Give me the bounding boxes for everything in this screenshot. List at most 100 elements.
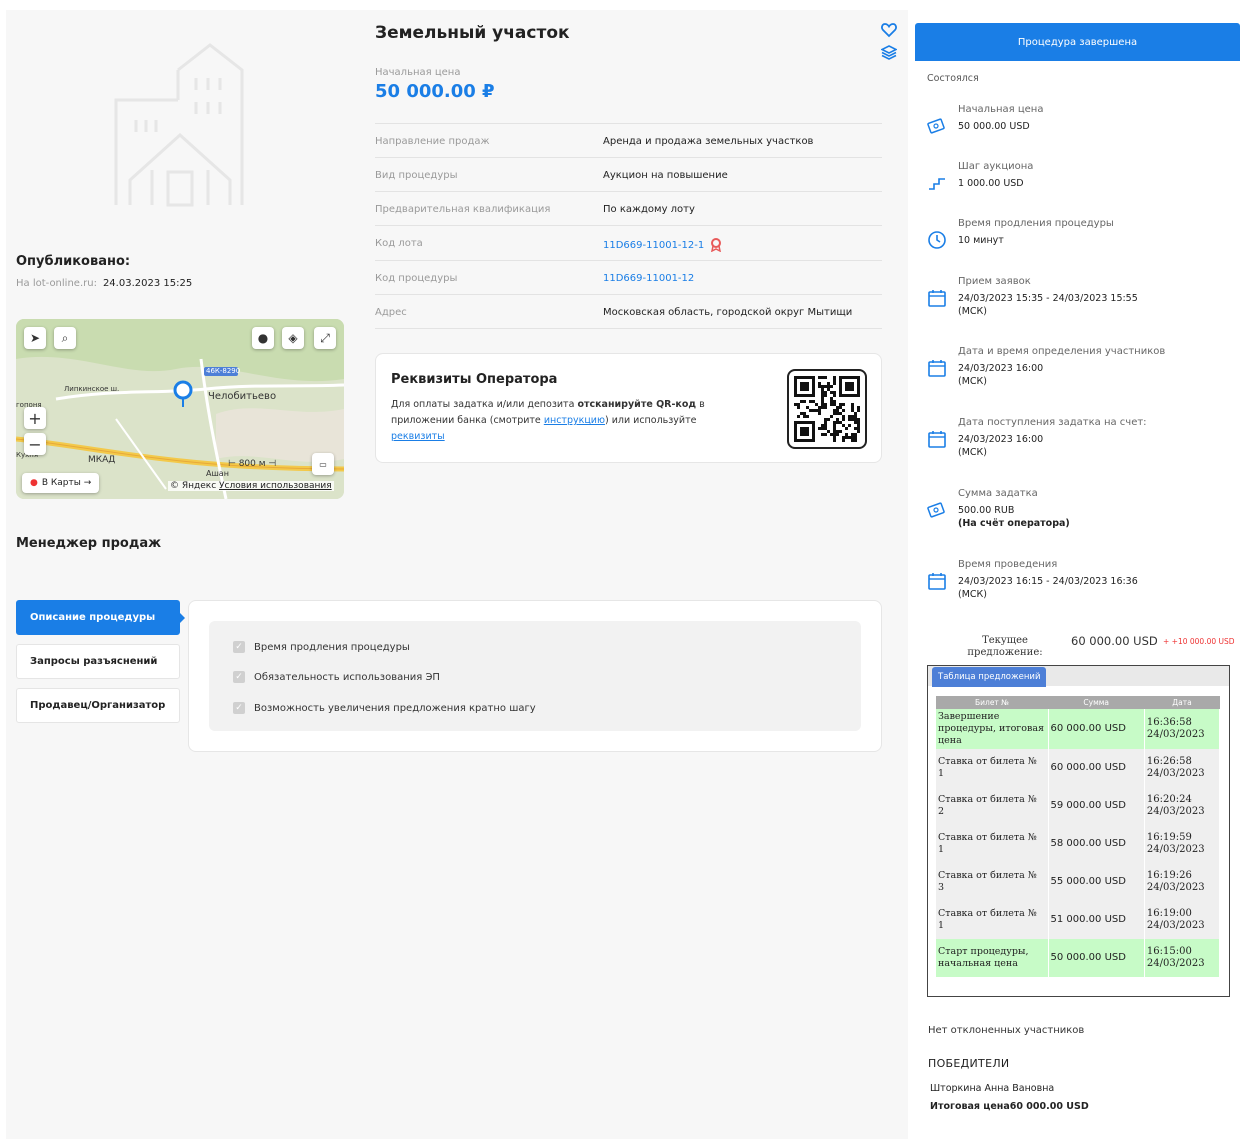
table-row: Ставка от билета № 3 55 000.00 USD 16:19…: [936, 863, 1221, 901]
bid-ticket: Ставка от билета № 2: [936, 787, 1049, 825]
calendar-icon: [928, 431, 946, 448]
published-site-label: На lot-online.ru:: [16, 278, 97, 289]
map-place-ashan: Ашан: [206, 469, 229, 478]
bid-day: 24/03/2023: [1146, 958, 1205, 969]
divider: [375, 328, 882, 329]
start-price: 50 000.00 ₽: [375, 81, 495, 102]
tab-seller-organizer[interactable]: Продавец/Организатор: [16, 688, 180, 723]
location-map[interactable]: 46К-8290 Челобитьево Липкинское ш. МКАД …: [16, 319, 344, 499]
bid-sum: 55 000.00 USD: [1048, 863, 1145, 901]
bids-header-date: Дата: [1144, 696, 1220, 709]
bid-ticket: Завершение процедуры, итоговая цена: [936, 709, 1049, 749]
open-in-maps-button[interactable]: ● В Карты →: [22, 473, 100, 493]
sales-manager-title: Менеджер продаж: [16, 536, 162, 551]
map-road-badge: 46К-8290: [206, 367, 241, 375]
locate-icon[interactable]: ➤: [24, 327, 46, 349]
info-value: Московская область, городской округ Мыти…: [603, 307, 853, 318]
sidebar-item-value: 24/03/2023 16:00 (МСК): [958, 363, 1044, 387]
bid-sum: 51 000.00 USD: [1048, 901, 1145, 939]
map-place-label: Челобитьево: [208, 391, 277, 402]
bid-date: 16:15:00 24/03/2023: [1144, 939, 1221, 977]
procedure-options: ✓ Время продления процедуры ✓ Обязательнос…: [209, 621, 861, 731]
ruler-icon[interactable]: ▭: [312, 453, 334, 475]
bid-day: 24/03/2023: [1146, 920, 1205, 931]
clock-icon: [928, 231, 946, 249]
operator-requisites-card: Реквизиты Оператора Для оплаты задатка и…: [375, 353, 882, 463]
map-copyright-text: © Яндекс: [170, 481, 217, 491]
table-row: Ставка от билета № 1 60 000.00 USD 16:26…: [936, 749, 1221, 787]
winner-final-price: Итоговая цена60 000.00 USD: [930, 1101, 1089, 1112]
bid-ticket: Ставка от билета № 3: [936, 863, 1049, 901]
bids-table-panel: Таблица предложений Билет № Сумма Дата З…: [927, 665, 1230, 997]
tab-procedure-description[interactable]: Описание процедуры: [16, 600, 185, 635]
sidebar-item-label: Сумма задатка: [958, 488, 1038, 499]
bid-time: 16:19:26: [1146, 870, 1192, 881]
sidebar-item-value: 10 минут: [958, 235, 1004, 246]
info-label: Адрес: [375, 307, 407, 318]
map-marker-icon: ●: [30, 478, 38, 488]
no-rejected-participants: Нет отклоненных участников: [928, 1025, 1085, 1036]
bid-day: 24/03/2023: [1146, 729, 1205, 740]
winners-title: ПОБЕДИТЕЛИ: [928, 1057, 1010, 1070]
sidebar-item-label: Время проведения: [958, 559, 1058, 570]
option-label: Возможность увеличения предложения кратн…: [254, 702, 536, 714]
info-label: Предварительная квалификация: [375, 204, 551, 215]
bid-sum: 60 000.00 USD: [1048, 709, 1145, 749]
sidebar-item-value: 50 000.00 USD: [958, 121, 1030, 132]
sidebar-item-label: Дата поступления задатка на счет:: [958, 417, 1147, 428]
sidebar-item-value: 500.00 RUB (На счёт оператора): [958, 504, 1218, 530]
option-step-multiple: ✓ Возможность увеличения предложения крат…: [233, 702, 536, 714]
info-label: Вид процедуры: [375, 170, 458, 181]
sidebar-item-label: Начальная цена: [958, 104, 1044, 115]
bid-time: 16:26:58: [1146, 756, 1192, 767]
deposit-note: (На счёт оператора): [958, 518, 1070, 529]
stack-icon[interactable]: [881, 44, 897, 60]
bid-time: 16:19:00: [1146, 908, 1192, 919]
map-pin-icon[interactable]: [172, 379, 194, 409]
requisites-link[interactable]: реквизиты: [391, 431, 445, 442]
heart-icon[interactable]: [881, 22, 897, 38]
checkbox-icon: ✓: [233, 641, 245, 653]
sidebar-item-value: 24/03/2023 16:15 - 24/03/2023 16:36 (МСК…: [958, 576, 1138, 600]
instruction-link[interactable]: инструкцию: [544, 415, 605, 426]
bid-sum: 60 000.00 USD: [1048, 749, 1145, 787]
money-icon: [927, 118, 945, 134]
zoom-out-icon[interactable]: −: [24, 433, 46, 455]
map-scale: ⊢ 800 м ⊣: [228, 459, 277, 469]
info-value: Аукцион на повышение: [603, 170, 728, 181]
deposit-amount: 500.00 RUB: [958, 505, 1015, 516]
fullscreen-icon[interactable]: ⤢: [314, 327, 336, 349]
qr-code[interactable]: [787, 369, 867, 449]
sidebar-item-value: 24/03/2023 15:35 - 24/03/2023 15:55 (МСК…: [958, 293, 1138, 317]
bid-date: 16:19:26 24/03/2023: [1144, 863, 1221, 901]
table-row: Ставка от билета № 1 58 000.00 USD 16:19…: [936, 825, 1221, 863]
bid-day: 24/03/2023: [1146, 768, 1205, 779]
info-value: Аренда и продажа земельных участков: [603, 136, 814, 147]
procedure-description-panel: ✓ Время продления процедуры ✓ Обязательнос…: [188, 600, 882, 752]
calendar-icon: [928, 290, 946, 307]
map-road-label: Липкинское ш.: [64, 385, 120, 393]
bid-sum: 50 000.00 USD: [1048, 939, 1145, 977]
layers-icon[interactable]: ◈: [282, 327, 304, 349]
map-search-icon[interactable]: ⌕: [54, 327, 76, 349]
lot-code-link[interactable]: 11D669-11001-12-1: [603, 238, 722, 252]
procedure-code-link[interactable]: 11D669-11001-12: [603, 273, 694, 284]
bid-ticket: Старт процедуры, начальная цена: [936, 939, 1049, 977]
sidebar-item-value: 1 000.00 USD: [958, 178, 1024, 189]
winner-name: Шторкина Анна Вановна: [930, 1083, 1055, 1094]
info-label: Код процедуры: [375, 273, 458, 284]
procedure-result: Состоялся: [927, 73, 979, 84]
tab-clarification-requests[interactable]: Запросы разъяснений: [16, 644, 180, 679]
map-terms-link[interactable]: Условия использования: [219, 481, 332, 491]
tab-bids-table[interactable]: Таблица предложений: [932, 667, 1047, 687]
bid-date: 16:36:58 24/03/2023: [1144, 709, 1221, 749]
requisites-text-part: Для оплаты задатка и/или депозита: [391, 399, 578, 410]
traffic-icon[interactable]: ●: [252, 327, 274, 349]
map-scale-value: 800 м: [238, 459, 266, 469]
bid-date: 16:20:24 24/03/2023: [1144, 787, 1221, 825]
zoom-in-icon[interactable]: +: [24, 407, 46, 429]
info-row-sales-direction: Направление продаж Аренда и продажа земел…: [375, 123, 882, 157]
current-offer-label: Текущее предложение:: [967, 635, 1043, 658]
table-row: Ставка от билета № 2 59 000.00 USD 16:20…: [936, 787, 1221, 825]
requisites-title: Реквизиты Оператора: [391, 372, 558, 387]
